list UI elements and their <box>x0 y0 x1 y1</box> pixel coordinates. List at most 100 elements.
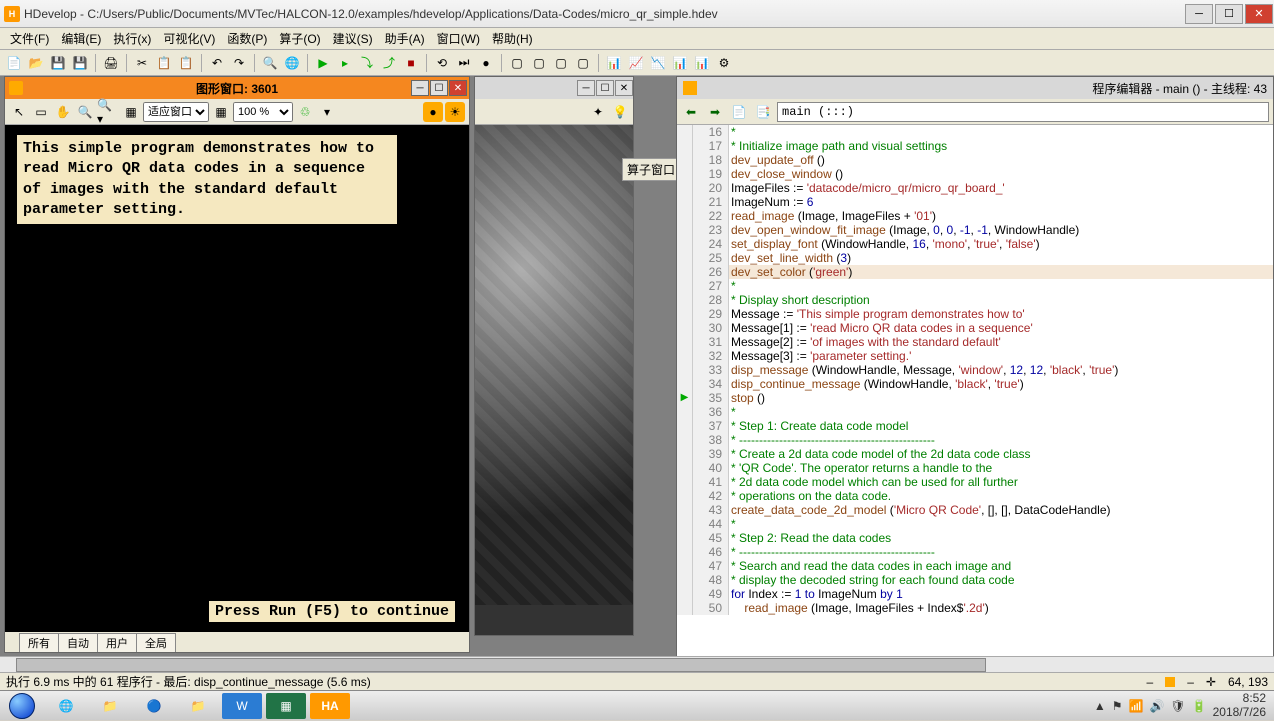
chart5-icon[interactable]: 📊 <box>692 53 712 73</box>
zoom-icon[interactable]: 🔍 <box>75 102 95 122</box>
code-line[interactable]: 45* Step 2: Read the data codes <box>677 531 1273 545</box>
code-line[interactable]: ▶35stop () <box>677 391 1273 405</box>
code-line[interactable]: 23dev_open_window_fit_image (Image, 0, 0… <box>677 223 1273 237</box>
code-line[interactable]: 29Message := 'This simple program demons… <box>677 307 1273 321</box>
chart2-icon[interactable]: 📈 <box>626 53 646 73</box>
nav-book-icon[interactable]: 📑 <box>753 102 773 122</box>
minimize-button[interactable]: ─ <box>1185 4 1213 24</box>
new-icon[interactable]: 📄 <box>4 53 24 73</box>
recycle-icon[interactable]: ♲ <box>295 102 315 122</box>
code-line[interactable]: 22read_image (Image, ImageFiles + '01') <box>677 209 1273 223</box>
code-line[interactable]: 20ImageFiles := 'datacode/micro_qr/micro… <box>677 181 1273 195</box>
record-icon[interactable]: ● <box>423 102 443 122</box>
code-line[interactable]: 47* Search and read the data codes in ea… <box>677 559 1273 573</box>
app-word[interactable]: W <box>222 693 262 719</box>
code-line[interactable]: 34disp_continue_message (WindowHandle, '… <box>677 377 1273 391</box>
code-line[interactable]: 40* 'QR Code'. The operator returns a ha… <box>677 461 1273 475</box>
code-line[interactable]: 27* <box>677 279 1273 293</box>
code-line[interactable]: 43create_data_code_2d_model ('Micro QR C… <box>677 503 1273 517</box>
nav-fwd-icon[interactable]: ➡ <box>705 102 725 122</box>
chart1-icon[interactable]: 📊 <box>604 53 624 73</box>
code-line[interactable]: 46* ------------------------------------… <box>677 545 1273 559</box>
code-line[interactable]: 19dev_close_window () <box>677 167 1273 181</box>
nav-back-icon[interactable]: ⬅ <box>681 102 701 122</box>
code-line[interactable]: 25dev_set_line_width (3) <box>677 251 1273 265</box>
graphics-titlebar[interactable]: 图形窗口: 3601 ─ ☐ ✕ <box>5 77 469 99</box>
zoom-dropdown-icon[interactable]: 🔍▾ <box>97 102 117 122</box>
editor-titlebar[interactable]: 程序编辑器 - main () - 主线程: 43 <box>677 77 1273 99</box>
menu-file[interactable]: 文件(F) <box>4 28 55 49</box>
display-icon[interactable]: ▦ <box>211 102 231 122</box>
code-line[interactable]: 37* Step 1: Create data code model <box>677 419 1273 433</box>
globe-icon[interactable]: 🌐 <box>282 53 302 73</box>
paste-icon[interactable]: 📋 <box>176 53 196 73</box>
app-folder[interactable]: 📁 <box>178 693 218 719</box>
code-line[interactable]: 38* ------------------------------------… <box>677 433 1273 447</box>
breakpoint-icon[interactable]: ● <box>476 53 496 73</box>
menu-help[interactable]: 帮助(H) <box>486 28 539 49</box>
app-explorer[interactable]: 📁 <box>90 693 130 719</box>
code-line[interactable]: 44* <box>677 517 1273 531</box>
mid-tool2-icon[interactable]: 💡 <box>611 103 629 121</box>
win3-icon[interactable]: ▢ <box>551 53 571 73</box>
nav-up-icon[interactable]: 📄 <box>729 102 749 122</box>
tab-all[interactable]: 所有 <box>19 633 59 652</box>
menu-execute[interactable]: 执行(x) <box>107 28 157 49</box>
code-line[interactable]: 16* <box>677 125 1273 139</box>
menu-suggestions[interactable]: 建议(S) <box>327 28 379 49</box>
graphics-max-button[interactable]: ☐ <box>430 80 448 96</box>
mid-min-button[interactable]: ─ <box>577 80 595 96</box>
code-line[interactable]: 24set_display_font (WindowHandle, 16, 'm… <box>677 237 1273 251</box>
tab-global[interactable]: 全局 <box>136 633 176 652</box>
tray-battery-icon[interactable]: 🔋 <box>1192 699 1207 713</box>
maximize-button[interactable]: ☐ <box>1215 4 1243 24</box>
stepover-icon[interactable]: ⤵ <box>357 53 377 73</box>
tray-sound-icon[interactable]: 🔊 <box>1149 699 1164 713</box>
open-icon[interactable]: 📂 <box>26 53 46 73</box>
code-line[interactable]: 49for Index := 1 to ImageNum by 1 <box>677 587 1273 601</box>
code-line[interactable]: 21ImageNum := 6 <box>677 195 1273 209</box>
code-line[interactable]: 33disp_message (WindowHandle, Message, '… <box>677 363 1273 377</box>
tray-shield-icon[interactable]: 🛡 <box>1170 699 1185 713</box>
code-line[interactable]: 42* operations on the data code. <box>677 489 1273 503</box>
code-line[interactable]: 28* Display short description <box>677 293 1273 307</box>
menu-assistant[interactable]: 助手(A) <box>379 28 431 49</box>
mid-close-button[interactable]: ✕ <box>615 80 633 96</box>
menu-visualize[interactable]: 可视化(V) <box>157 28 221 49</box>
menu-operators[interactable]: 算子(O) <box>273 28 326 49</box>
chart4-icon[interactable]: 📊 <box>670 53 690 73</box>
fit-select[interactable]: 适应窗口 <box>143 102 209 122</box>
settings-icon[interactable]: ☀ <box>445 102 465 122</box>
copy-icon[interactable]: 📋 <box>154 53 174 73</box>
save-icon[interactable]: 💾 <box>48 53 68 73</box>
mid-tool1-icon[interactable]: ✦ <box>589 103 607 121</box>
print-icon[interactable]: 🖨 <box>101 53 121 73</box>
pointer-icon[interactable]: ↖ <box>9 102 29 122</box>
code-line[interactable]: 18dev_update_off () <box>677 153 1273 167</box>
system-tray[interactable]: ▲ ⚑ 📶 🔊 🛡 🔋 8:52 2018/7/26 <box>1086 692 1274 718</box>
zoom-select[interactable]: 100 % <box>233 102 293 122</box>
select-icon[interactable]: ▭ <box>31 102 51 122</box>
code-line[interactable]: 26dev_set_color ('green') <box>677 265 1273 279</box>
stop-icon[interactable]: ■ <box>401 53 421 73</box>
reset-icon[interactable]: ⟲ <box>432 53 452 73</box>
graphics-min-button[interactable]: ─ <box>411 80 429 96</box>
menu-functions[interactable]: 函数(P) <box>221 28 273 49</box>
code-line[interactable]: 32Message[3] := 'parameter setting.' <box>677 349 1273 363</box>
undo-icon[interactable]: ↶ <box>207 53 227 73</box>
menu-window[interactable]: 窗口(W) <box>431 28 486 49</box>
fit-icon[interactable]: ▦ <box>121 102 141 122</box>
tray-flag-icon[interactable]: ⚑ <box>1112 699 1123 713</box>
stepout-icon[interactable]: ⤴ <box>379 53 399 73</box>
operator-window-label[interactable]: 算子窗口 <box>622 158 680 181</box>
app-hdevelop[interactable]: HA <box>310 693 350 719</box>
saveall-icon[interactable]: 💾 <box>70 53 90 73</box>
mid-max-button[interactable]: ☐ <box>596 80 614 96</box>
chart6-icon[interactable]: ⚙ <box>714 53 734 73</box>
tray-up-icon[interactable]: ▲ <box>1094 699 1106 713</box>
skip-icon[interactable]: ⏭ <box>454 53 474 73</box>
app-ie[interactable]: 🌐 <box>46 693 86 719</box>
start-button[interactable] <box>0 691 44 721</box>
run-icon[interactable]: ▶ <box>313 53 333 73</box>
app-excel[interactable]: ▦ <box>266 693 306 719</box>
